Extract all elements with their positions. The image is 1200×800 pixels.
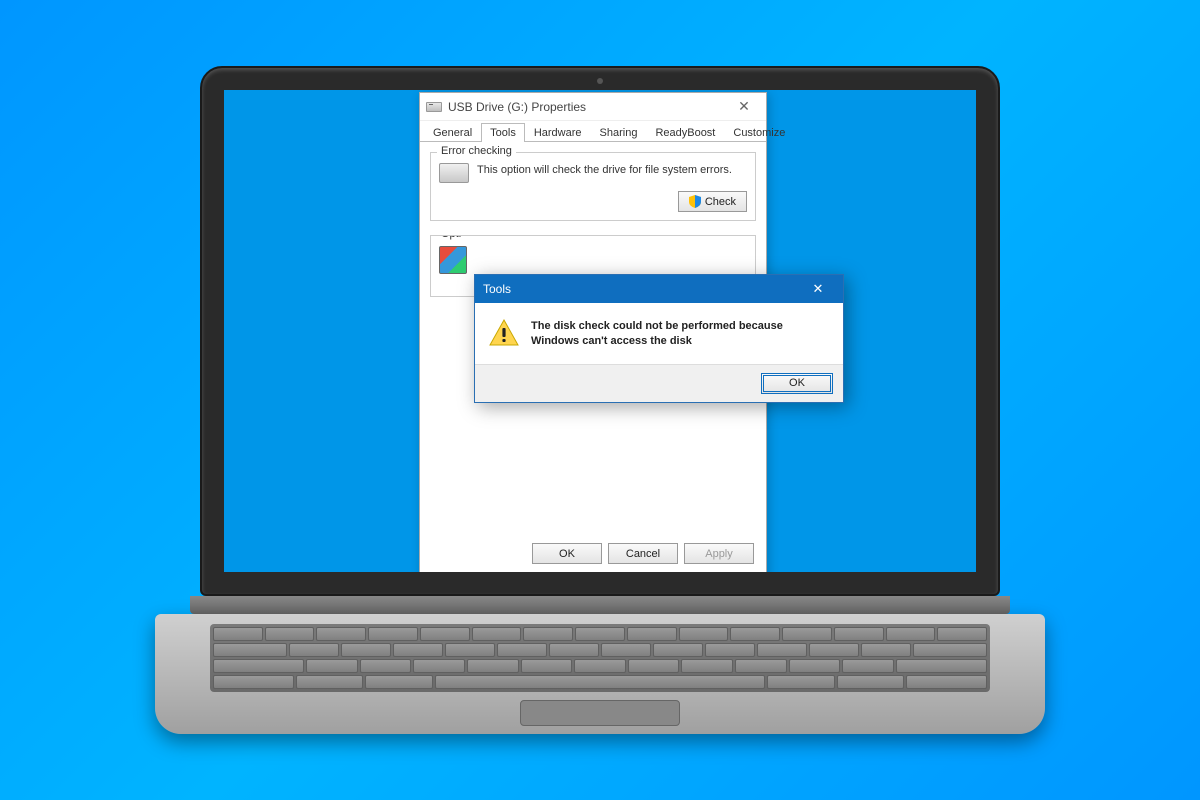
error-ok-button[interactable]: OK xyxy=(761,373,833,394)
apply-button[interactable]: Apply xyxy=(684,543,754,564)
keyboard-icon xyxy=(210,624,990,692)
laptop-illustration: USB Drive (G:) Properties ✕ General Tool… xyxy=(155,66,1045,734)
tab-tools[interactable]: Tools xyxy=(481,123,525,142)
webcam-icon xyxy=(597,78,603,84)
tab-general[interactable]: General xyxy=(424,123,481,142)
laptop-hinge xyxy=(190,596,1010,614)
trackpad xyxy=(520,700,680,726)
error-dialog: Tools ✕ The disk check could not be perf… xyxy=(474,274,844,403)
laptop-base xyxy=(155,614,1045,734)
error-titlebar[interactable]: Tools ✕ xyxy=(475,275,843,303)
error-checking-group: Error checking This option will check th… xyxy=(430,152,756,221)
error-footer: OK xyxy=(475,364,843,402)
tab-readyboost[interactable]: ReadyBoost xyxy=(646,123,724,142)
close-icon[interactable]: ✕ xyxy=(801,278,835,300)
group-title: Error checking xyxy=(437,145,516,157)
defrag-icon xyxy=(439,246,467,274)
cancel-button[interactable]: Cancel xyxy=(608,543,678,564)
check-button-label: Check xyxy=(705,196,736,208)
properties-titlebar[interactable]: USB Drive (G:) Properties ✕ xyxy=(420,93,766,121)
tab-strip: General Tools Hardware Sharing ReadyBoos… xyxy=(420,121,766,142)
window-title: USB Drive (G:) Properties xyxy=(448,100,728,114)
error-dialog-title: Tools xyxy=(483,282,511,296)
warning-icon xyxy=(489,319,519,347)
ok-button[interactable]: OK xyxy=(532,543,602,564)
group-title: Opti xyxy=(437,235,465,240)
drive-icon xyxy=(426,102,442,112)
desktop: USB Drive (G:) Properties ✕ General Tool… xyxy=(224,90,976,572)
tab-hardware[interactable]: Hardware xyxy=(525,123,591,142)
shield-icon xyxy=(689,195,701,208)
tab-sharing[interactable]: Sharing xyxy=(591,123,647,142)
error-message: The disk check could not be performed be… xyxy=(531,319,829,350)
laptop-bezel: USB Drive (G:) Properties ✕ General Tool… xyxy=(200,66,1000,596)
error-body: The disk check could not be performed be… xyxy=(475,303,843,364)
check-button[interactable]: Check xyxy=(678,191,747,212)
group-description: This option will check the drive for fil… xyxy=(477,163,732,178)
tab-customize[interactable]: Customize xyxy=(724,123,794,142)
dialog-button-row: OK Cancel Apply xyxy=(532,543,754,564)
drive-icon xyxy=(439,163,469,183)
close-icon[interactable]: ✕ xyxy=(728,96,760,118)
